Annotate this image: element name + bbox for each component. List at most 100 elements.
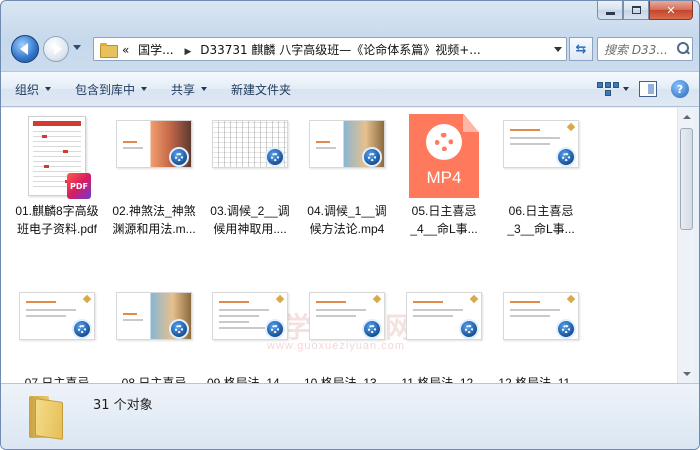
file-name: 12.格局法_11__四象格局.mp4 [487,374,595,383]
refresh-button[interactable]: ⇆ [569,37,593,61]
chevron-down-icon [682,372,691,376]
video-thumbnail [503,120,579,168]
breadcrumb-item[interactable]: D33731 麒麟 八字高级班—《论命体系篇》视频+... [200,43,481,57]
file-name: 09.格局法_14__杂格_外格_.m... [196,374,304,383]
file-item[interactable]: 10.格局法_13__化气格.mp4 [293,286,390,383]
video-badge-icon [459,319,479,339]
file-thumbnail: MP4 [406,114,482,198]
chevron-up-icon [682,115,691,119]
file-name: 08.日主喜忌_1__日主喜忌... [100,374,208,383]
details-pane: 31 个对象 [1,383,699,449]
file-item[interactable]: 06.日主喜忌 _3__命L事... [487,114,583,250]
file-item[interactable]: 12.格局法_11__四象格局.mp4 [487,286,584,383]
organize-label: 组织 [15,82,40,97]
back-arrow-icon [19,43,28,55]
view-controls: ? [597,78,689,100]
address-dropdown[interactable] [550,38,566,60]
maximize-icon [631,6,641,14]
forward-button[interactable] [43,36,69,62]
new-folder-button[interactable]: 新建文件夹 [231,81,291,98]
breadcrumb-item[interactable]: 国学... [138,43,173,57]
file-thumbnail [19,286,95,370]
help-icon[interactable]: ? [671,80,689,98]
dropdown-arrow-icon [201,87,208,91]
share-menu[interactable]: 共享 [171,81,208,98]
address-overflow[interactable]: « [122,43,129,57]
file-name: 11.格局法_12__从弱格.mp4 [390,374,498,383]
search-placeholder[interactable]: 搜索 D33... [604,41,674,58]
chevron-down-icon [554,46,562,52]
folder-icon [29,396,65,440]
address-path: « 国学... ▶ D33731 麒麟 八字高级班—《论命体系篇》视频+... [122,41,550,58]
file-name-line: 班电子资料.pdf [16,222,98,236]
file-name-line: 11.格局法_12__ [401,376,487,383]
file-item[interactable]: 03.调候_2__调 候用神取用.... [196,114,292,250]
video-thumbnail [406,292,482,340]
file-item[interactable]: MP4 05.日主喜忌 _4__命L事... [390,114,486,250]
file-name: 10.格局法_13__化气格.mp4 [293,374,401,383]
file-name: 01.麒麟8字高级 班电子资料.pdf [3,202,111,238]
video-thumbnail [212,120,288,168]
view-options-icon[interactable] [597,78,619,100]
file-thumbnail [309,114,385,198]
file-view: 国学资源网 www.guoxueziyuan.com PDF01.麒麟8字高级班… [1,108,677,383]
file-item[interactable]: 11.格局法_12__从弱格.mp4 [390,286,487,383]
back-button[interactable] [11,35,39,63]
file-thumbnail [406,286,482,370]
preview-pane-icon[interactable] [639,81,657,97]
navigation-bar: « 国学... ▶ D33731 麒麟 八字高级班—《论命体系篇》视频+... … [9,33,693,67]
recent-pages-dropdown[interactable] [73,45,81,50]
file-name-line: 06.日主喜忌 [508,204,574,218]
video-badge-icon [265,147,285,167]
video-thumbnail [309,292,385,340]
minimize-icon [605,11,615,15]
organize-menu[interactable]: 组织 [15,81,52,98]
mp4-file-icon: MP4 [409,114,479,198]
dropdown-arrow-icon [141,87,148,91]
refresh-icon: ⇆ [575,41,587,57]
scroll-down-button[interactable] [679,366,694,382]
file-name-line: 候用神取用.... [213,222,287,236]
file-thumbnail [503,114,579,198]
file-item[interactable]: 08.日主喜忌_1__日主喜忌... [100,286,196,383]
file-name-line: 02.神煞法_神煞 [112,204,196,218]
close-icon: ✕ [666,3,676,17]
file-item[interactable]: 07.日主喜忌_2__日主喜忌... [3,286,99,383]
file-name-line: 渊源和用法.m... [112,222,196,236]
file-thumbnail [116,114,192,198]
file-thumbnail [212,114,288,198]
video-badge-icon [265,319,285,339]
scroll-thumb[interactable] [680,128,693,230]
pdf-file-icon: PDF [28,116,91,199]
maximize-button[interactable] [623,1,649,20]
video-thumbnail [309,120,385,168]
file-name: 04.调候_1__调 候方法论.mp4 [293,202,401,238]
pdf-badge-icon: PDF [67,173,91,199]
file-item[interactable]: 09.格局法_14__杂格_外格_.m... [196,286,293,383]
chevron-right-icon[interactable]: ▶ [184,47,191,57]
file-item[interactable]: 04.调候_1__调 候方法论.mp4 [293,114,389,250]
search-box[interactable]: 搜索 D33... [597,37,693,61]
vertical-scrollbar[interactable] [677,108,694,383]
minimize-button[interactable] [597,1,623,20]
file-name: 05.日主喜忌 _4__命L事... [390,202,498,238]
file-item[interactable]: 02.神煞法_神煞 渊源和用法.m... [100,114,196,250]
file-name: 03.调候_2__调 候用神取用.... [196,202,304,238]
video-badge-icon [362,147,382,167]
file-thumbnail [503,286,579,370]
file-name-line: 候方法论.mp4 [309,222,385,236]
close-button[interactable]: ✕ [649,1,693,20]
address-bar[interactable]: « 国学... ▶ D33731 麒麟 八字高级班—《论命体系篇》视频+... [93,37,567,61]
video-badge-icon [169,319,189,339]
file-name-line: 12.格局法_11__ [498,376,584,383]
dropdown-arrow-icon [45,87,52,91]
file-thumbnail [116,286,192,370]
file-item[interactable]: PDF 01.麒麟8字高级 班电子资料.pdf [3,114,99,250]
video-thumbnail [19,292,95,340]
search-icon[interactable] [674,40,692,58]
scroll-up-button[interactable] [679,109,694,125]
file-name: 02.神煞法_神煞 渊源和用法.m... [100,202,208,238]
view-dropdown[interactable] [623,87,629,91]
video-thumbnail [116,120,192,168]
include-library-menu[interactable]: 包含到库中 [75,81,148,98]
